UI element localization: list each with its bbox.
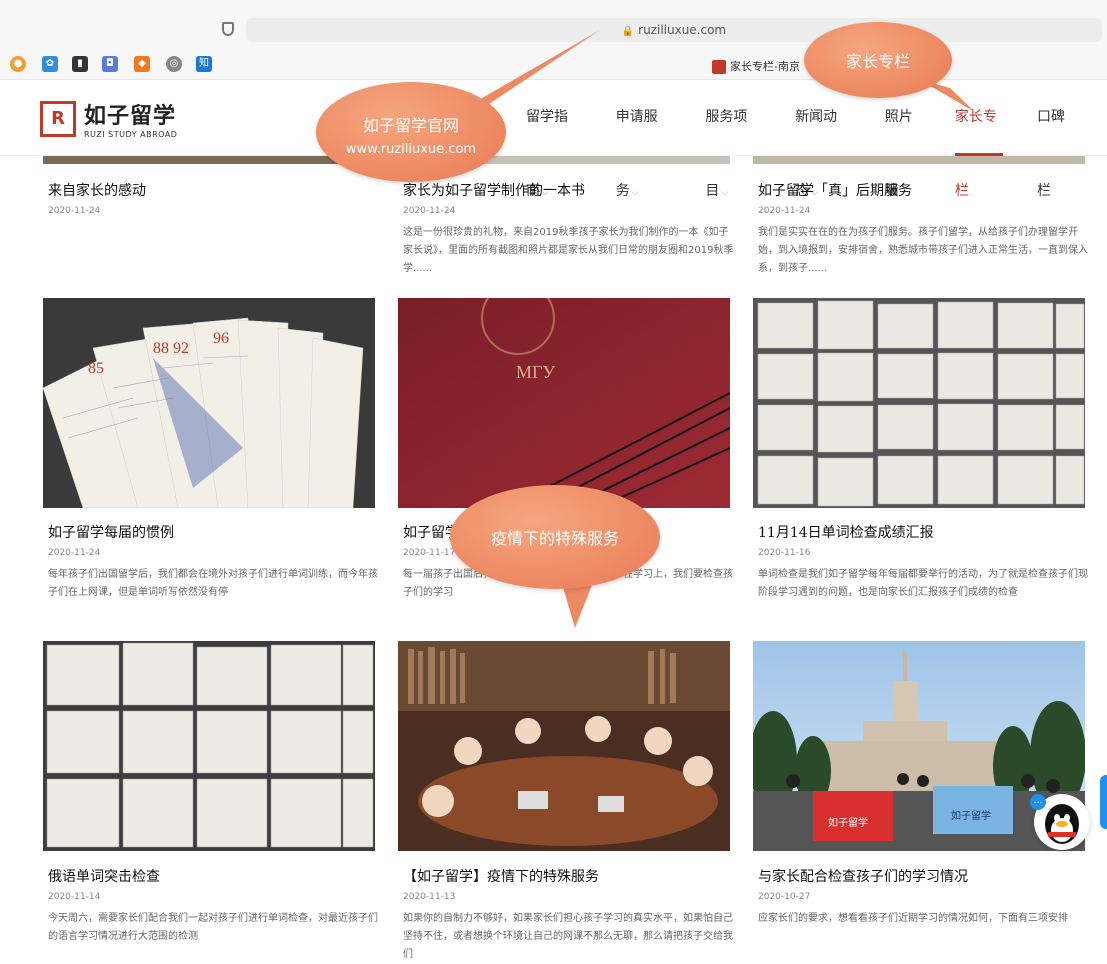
- callout-pointers: [420, 30, 975, 628]
- callout-site-title: 如子留学官网: [362, 116, 459, 135]
- callout-parent-text: 家长专栏: [845, 52, 910, 71]
- callout-site-url: www.ruziliuxue.com: [345, 142, 477, 157]
- callout-service-text: 疫情下的特殊服务: [490, 529, 619, 548]
- callout-parent-column: 家长专栏: [804, 22, 952, 98]
- callout-special-service: 疫情下的特殊服务: [450, 485, 660, 589]
- chat-bubble-icon[interactable]: …: [1030, 794, 1046, 810]
- side-chat-tab[interactable]: [1100, 775, 1107, 829]
- callout-official-site: 如子留学官网 www.ruziliuxue.com: [316, 82, 506, 182]
